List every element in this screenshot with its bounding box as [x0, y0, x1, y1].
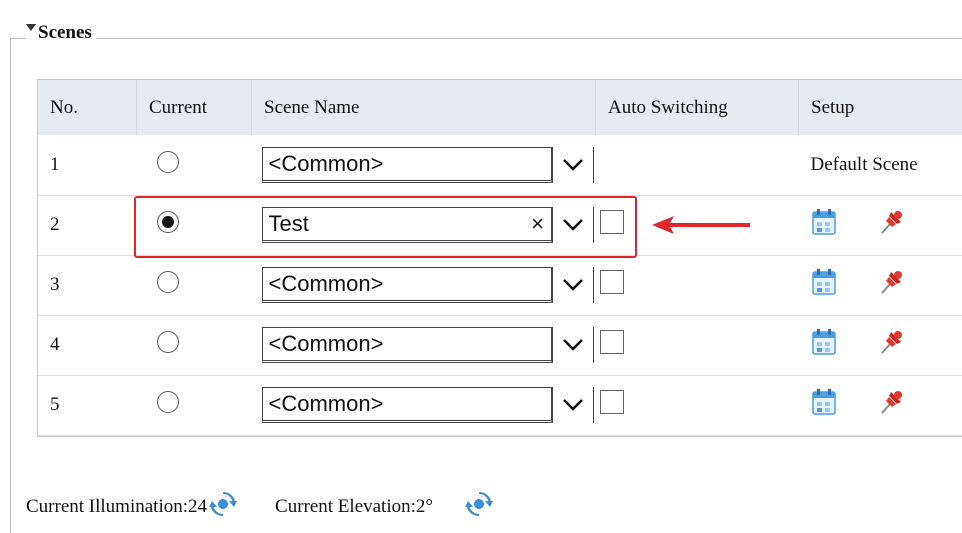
auto-switching-cell	[596, 375, 799, 435]
row-number: 5	[50, 394, 60, 415]
header-current: Current	[136, 80, 252, 135]
scene-name-cell: <Common>	[252, 315, 596, 375]
current-scene-radio[interactable]	[156, 331, 179, 353]
scene-name-cell: <Common>	[252, 135, 596, 195]
scene-name-value: <Common>	[268, 331, 384, 356]
scene-name-input[interactable]: <Common>	[261, 387, 552, 423]
table-row: 3 <Common>	[38, 255, 962, 315]
setup-actions	[811, 268, 962, 302]
elevation-label: Current Elevation:2°	[275, 496, 433, 517]
auto-switching-cell	[596, 135, 799, 195]
scene-name-input[interactable]: <Common>	[261, 327, 552, 363]
current-cell	[137, 315, 252, 375]
setup-cell	[799, 255, 962, 315]
setup-actions	[811, 388, 962, 422]
auto-switching-checkbox[interactable]	[599, 270, 624, 294]
chevron-down-icon[interactable]	[551, 327, 594, 363]
refresh-illumination-icon[interactable]	[209, 490, 238, 524]
red-arrow-annotation	[652, 216, 750, 234]
current-cell	[137, 375, 252, 435]
pin-icon[interactable]	[877, 328, 905, 362]
scene-name-value: <Common>	[268, 391, 384, 416]
pin-icon[interactable]	[877, 388, 905, 422]
scene-name-cell: <Common>	[252, 255, 596, 315]
scenes-table-container: No. Current Scene Name Auto Switching Se…	[37, 79, 962, 437]
chevron-down-icon[interactable]	[551, 387, 594, 423]
schedule-calendar-icon[interactable]	[811, 268, 837, 302]
row-number: 3	[50, 274, 60, 295]
auto-switching-cell	[596, 255, 799, 315]
table-header-row: No. Current Scene Name Auto Switching Se…	[38, 80, 962, 135]
scene-name-select[interactable]: <Common>	[261, 146, 594, 183]
row-number: 1	[50, 153, 60, 175]
current-scene-radio[interactable]	[156, 271, 179, 293]
auto-switching-checkbox[interactable]	[599, 330, 624, 354]
setup-cell	[799, 195, 962, 255]
pin-icon[interactable]	[877, 268, 905, 302]
chevron-down-icon[interactable]	[551, 146, 594, 183]
scene-name-cell: <Common>	[252, 375, 596, 435]
setup-cell	[799, 375, 962, 435]
scene-name-input[interactable]: <Common>	[261, 146, 552, 183]
highlight-box	[134, 196, 637, 258]
auto-switching-cell	[596, 315, 799, 375]
schedule-calendar-icon[interactable]	[811, 208, 837, 242]
status-bar: Current Illumination:24 Current Elevatio…	[26, 490, 531, 524]
scene-name-select[interactable]: <Common>	[261, 267, 594, 303]
table-row: 4 <Common>	[38, 315, 962, 375]
illumination-label: Current Illumination:24	[26, 496, 208, 517]
table-row: 1 <Common> Default Scene	[38, 135, 962, 195]
collapse-triangle-icon[interactable]	[26, 24, 36, 31]
default-scene-label: Default Scene	[810, 153, 918, 175]
schedule-calendar-icon[interactable]	[811, 388, 837, 422]
auto-switching-checkbox[interactable]	[599, 390, 624, 414]
section-title: Scenes	[38, 22, 92, 43]
header-no: No.	[38, 80, 137, 135]
current-scene-radio[interactable]	[156, 391, 179, 413]
fieldset-border-left	[10, 38, 11, 533]
refresh-elevation-icon[interactable]	[465, 490, 493, 524]
header-scene-name: Scene Name	[251, 80, 596, 135]
header-setup: Setup	[811, 96, 855, 118]
setup-actions	[811, 328, 962, 362]
row-number: 4	[50, 334, 60, 355]
schedule-calendar-icon[interactable]	[811, 328, 837, 362]
scene-name-value: <Common>	[268, 271, 384, 296]
setup-actions	[811, 208, 962, 242]
current-scene-radio[interactable]	[156, 150, 179, 173]
scene-name-value: <Common>	[268, 150, 384, 176]
header-auto-switching: Auto Switching	[595, 80, 799, 135]
setup-cell: Default Scene	[799, 135, 962, 195]
chevron-down-icon[interactable]	[551, 267, 594, 303]
fieldset-border-top	[10, 38, 962, 39]
table-row: 5 <Common>	[38, 375, 962, 435]
current-cell	[137, 255, 252, 315]
scenes-section-header[interactable]: Scenes	[26, 20, 96, 44]
current-cell	[137, 135, 252, 195]
setup-cell	[799, 315, 962, 375]
row-number: 2	[50, 214, 60, 235]
pin-icon[interactable]	[877, 208, 905, 242]
scene-name-input[interactable]: <Common>	[261, 267, 552, 303]
scene-name-select[interactable]: <Common>	[261, 387, 594, 423]
scene-name-select[interactable]: <Common>	[261, 327, 594, 363]
